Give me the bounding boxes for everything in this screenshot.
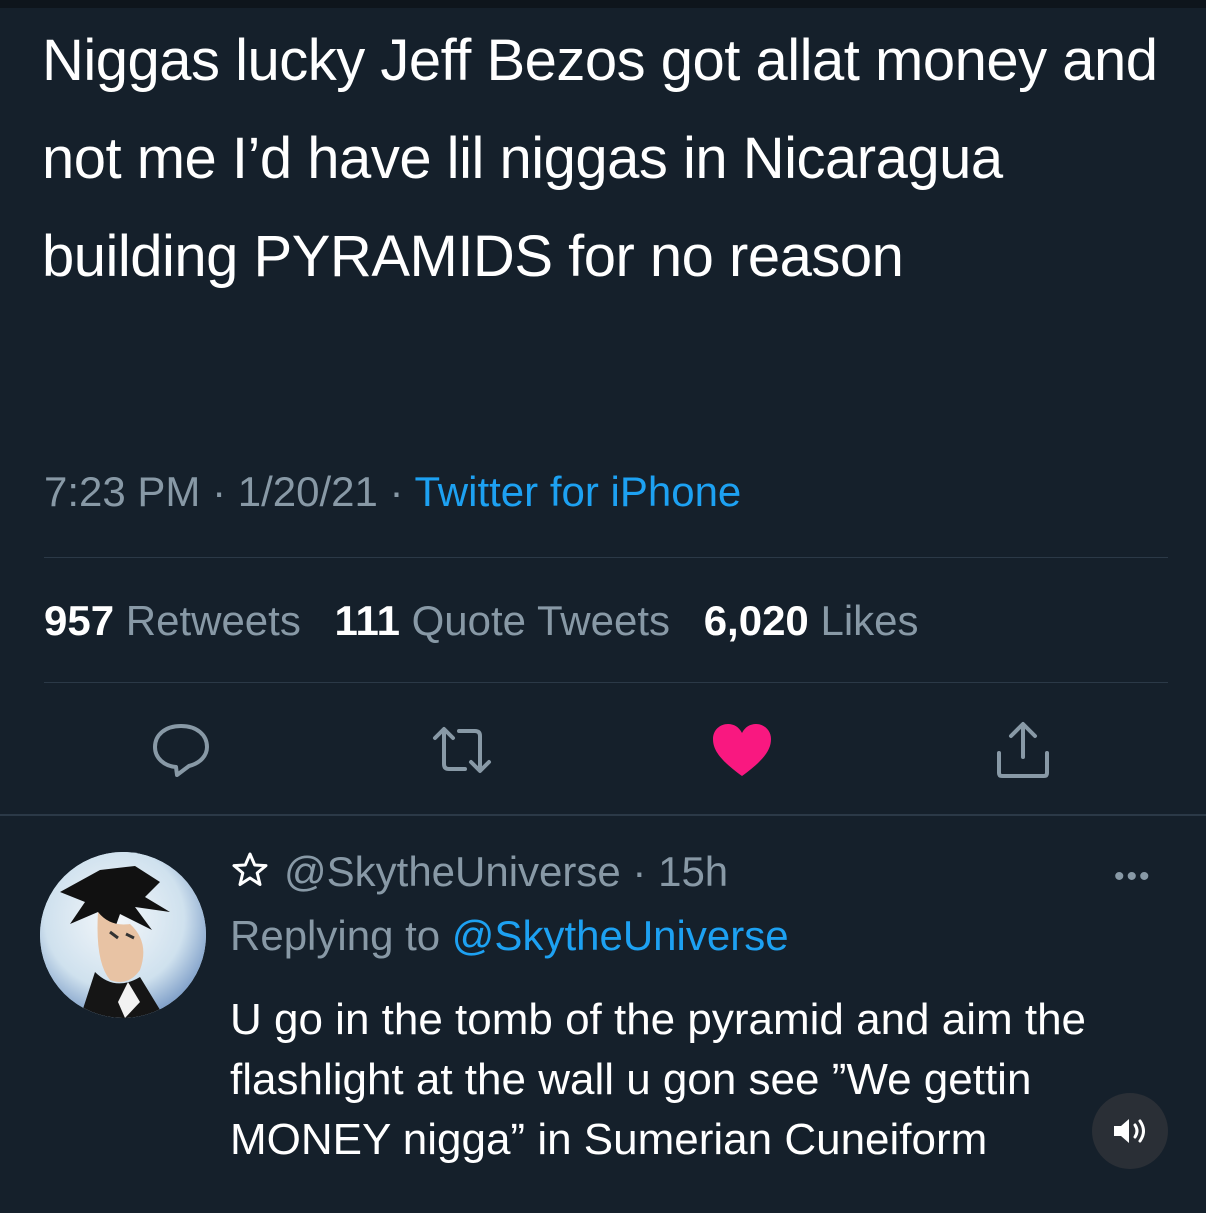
retweets-label: Retweets xyxy=(125,597,301,644)
tweet-date: 1/20/21 xyxy=(237,468,378,515)
reply-text: U go in the tomb of the pyramid and aim … xyxy=(230,995,1087,1164)
share-button[interactable] xyxy=(983,710,1063,790)
heart-icon xyxy=(713,724,771,776)
sound-toggle-button[interactable] xyxy=(1092,1093,1168,1169)
likes-label: Likes xyxy=(820,597,919,644)
tweet-actions xyxy=(0,710,1206,790)
divider xyxy=(44,682,1168,683)
tweet-time: 7:23 PM xyxy=(44,468,201,515)
tweet-stats: 957 Retweets 111 Quote Tweets 6,020 Like… xyxy=(44,597,941,645)
section-divider xyxy=(0,814,1206,816)
replying-to-mention[interactable]: @SkytheUniverse xyxy=(452,912,789,959)
likes-count: 6,020 xyxy=(703,597,809,644)
tweet-meta: 7:23 PM · 1/20/21 · Twitter for iPhone xyxy=(44,468,741,516)
reply-button[interactable] xyxy=(141,710,221,790)
avatar-image xyxy=(40,852,206,1018)
divider xyxy=(44,557,1168,558)
star-icon xyxy=(232,852,268,886)
retweets-count: 957 xyxy=(44,597,115,644)
replying-to: Replying to @SkytheUniverse xyxy=(230,912,789,960)
like-button[interactable] xyxy=(702,710,782,790)
retweet-icon xyxy=(433,727,491,773)
retweet-button[interactable] xyxy=(422,710,502,790)
reply-header: @SkytheUniverse · 15h xyxy=(230,848,728,896)
tweet-text: Niggas lucky Jeff Bezos got allat money … xyxy=(42,28,1174,289)
quote-tweets-count: 111 xyxy=(334,597,400,644)
reply-time: · 15h xyxy=(620,848,729,895)
meta-separator: · xyxy=(200,468,238,515)
avatar[interactable] xyxy=(40,852,206,1018)
quote-tweets-stat[interactable]: 111 Quote Tweets xyxy=(335,597,671,644)
replying-prefix: Replying to xyxy=(230,912,452,959)
tweet-source-link[interactable]: Twitter for iPhone xyxy=(414,468,741,515)
top-edge xyxy=(0,0,1206,8)
speaker-icon xyxy=(1114,1119,1145,1143)
meta-separator-2: · xyxy=(377,468,415,515)
tweet-screenshot: Niggas lucky Jeff Bezos got allat money … xyxy=(0,0,1206,1213)
reply-icon xyxy=(153,724,209,777)
share-icon xyxy=(997,722,1049,778)
likes-stat[interactable]: 6,020 Likes xyxy=(704,597,919,644)
reply-handle[interactable]: @SkytheUniverse xyxy=(284,848,621,895)
retweets-stat[interactable]: 957 Retweets xyxy=(44,597,301,644)
more-options-button[interactable]: ••• xyxy=(1114,860,1152,894)
quote-tweets-label: Quote Tweets xyxy=(411,597,671,644)
